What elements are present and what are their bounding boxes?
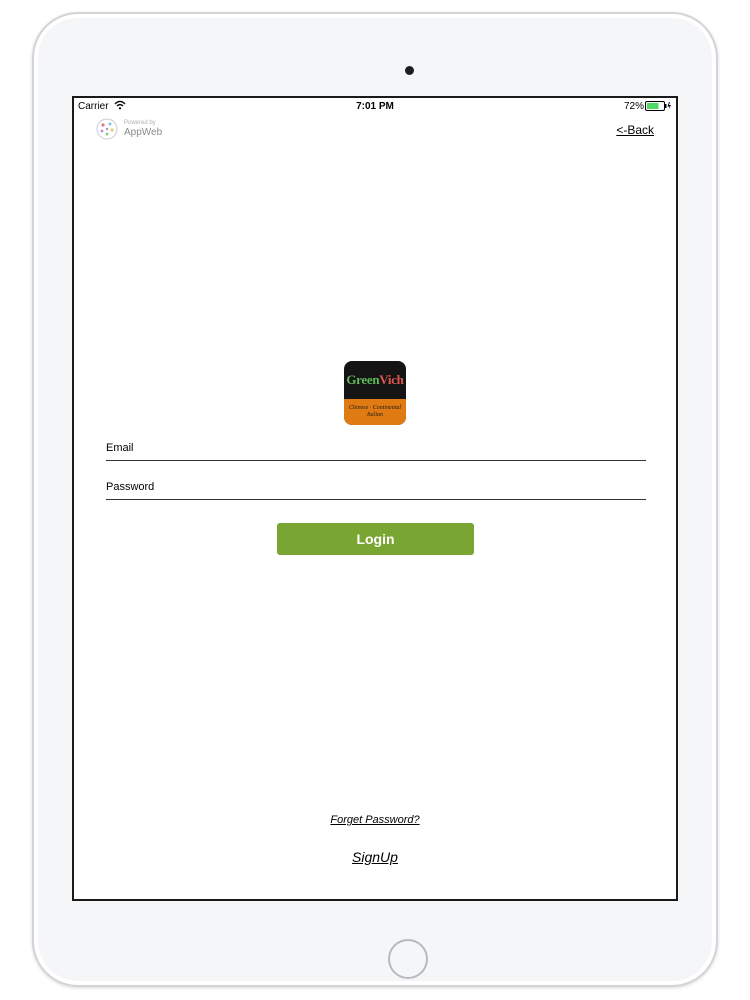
battery-icon bbox=[645, 101, 671, 111]
status-time: 7:01 PM bbox=[356, 101, 394, 112]
email-field bbox=[106, 436, 646, 461]
restaurant-name: GreenVich bbox=[346, 372, 404, 388]
password-field bbox=[106, 475, 646, 500]
app-screen: Carrier 7:01 PM 72% Powered by AppWeb <-… bbox=[72, 96, 678, 901]
restaurant-logo: GreenVich Chinese · Continental Italian bbox=[344, 361, 406, 425]
forget-password-link[interactable]: Forget Password? bbox=[74, 814, 676, 826]
front-camera bbox=[405, 66, 414, 75]
restaurant-tagline-line2: Italian bbox=[367, 412, 383, 418]
restaurant-name-part2: Vich bbox=[379, 372, 404, 387]
appweb-label: AppWeb bbox=[124, 127, 163, 138]
powered-by-label: Powered by bbox=[124, 120, 156, 126]
password-input[interactable] bbox=[106, 475, 646, 499]
signup-link[interactable]: SignUp bbox=[74, 849, 676, 865]
restaurant-tagline-line1: Chinese · Continental bbox=[348, 405, 402, 411]
appweb-logo-icon bbox=[96, 118, 118, 140]
restaurant-name-part1: Green bbox=[346, 372, 380, 387]
email-input[interactable] bbox=[106, 436, 646, 460]
login-button[interactable]: Login bbox=[277, 523, 474, 555]
battery-percentage: 72% bbox=[623, 101, 644, 112]
back-link[interactable]: <-Back bbox=[616, 123, 654, 137]
home-button[interactable] bbox=[388, 939, 428, 979]
status-bar: Carrier 7:01 PM 72% bbox=[74, 98, 676, 114]
